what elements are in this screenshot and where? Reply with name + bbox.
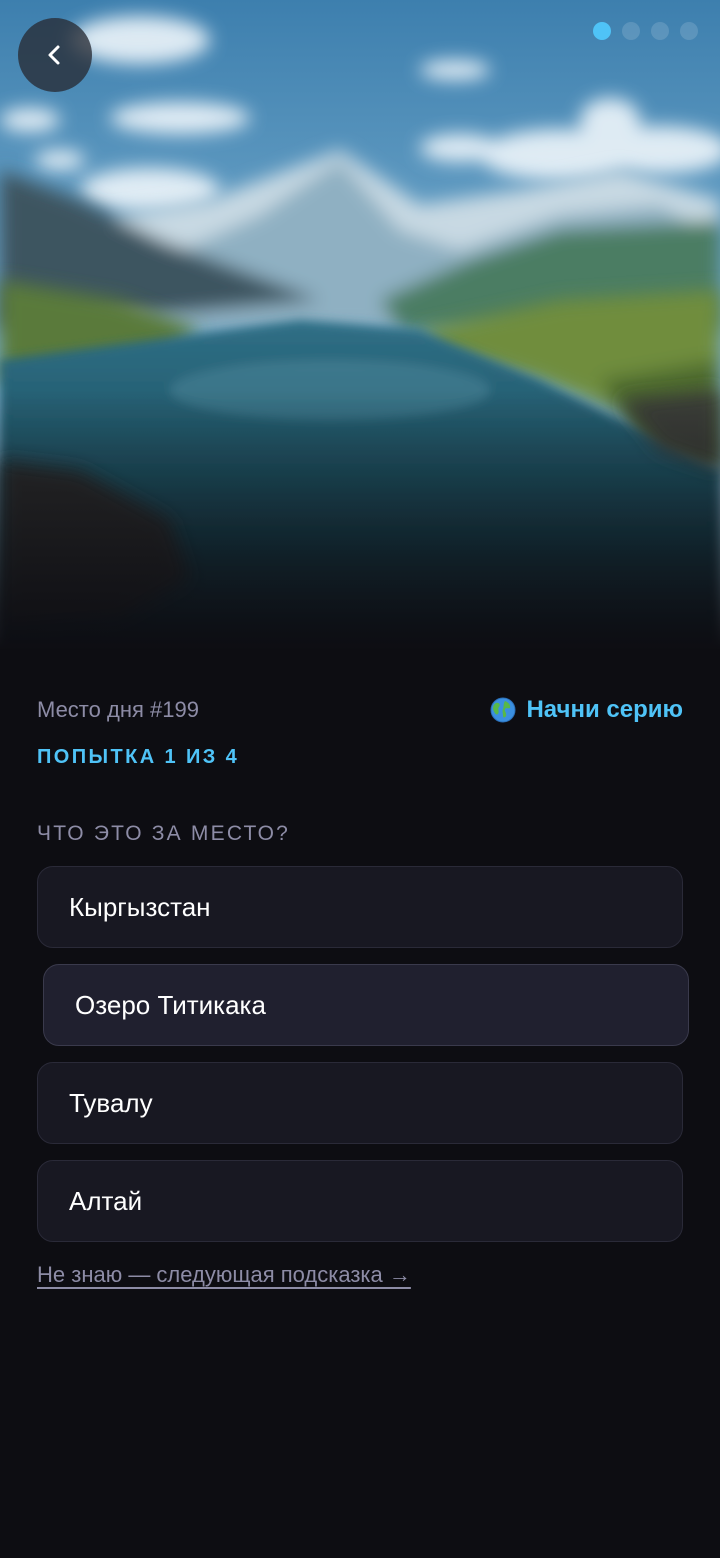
answer-option-label: Кыргызстан [69,891,211,922]
answer-option[interactable]: Алтай [37,1160,683,1242]
answer-option[interactable]: Озеро Титикака [43,964,689,1046]
start-streak-label: Начни серию [526,696,683,723]
chevron-left-icon [48,45,60,65]
skip-hint-link[interactable]: Не знаю — следующая подсказка → [37,1262,411,1288]
pager-dot[interactable] [651,22,669,40]
pager-dot[interactable] [622,22,640,40]
answer-option-label: Алтай [69,1185,143,1216]
start-streak-button[interactable]: Начни серию [490,696,683,724]
globe-icon [490,697,516,723]
answer-options: Кыргызстан Озеро Титикака Тувалу Алтай [37,866,689,1258]
screen: Место дня #199 Начни серию ПОПЫТКА 1 ИЗ … [0,0,720,1558]
meta-row: Место дня #199 Начни серию [37,696,683,724]
answer-option-label: Озеро Титикака [75,989,266,1020]
attempt-counter: ПОПЫТКА 1 ИЗ 4 [37,746,240,768]
pager-dot[interactable] [593,22,611,40]
answer-option[interactable]: Тувалу [37,1062,683,1144]
place-of-day-label: Место дня #199 [37,697,199,722]
image-pager [593,22,698,40]
hero-image [0,0,720,650]
answer-option-label: Тувалу [69,1087,153,1118]
back-button[interactable] [18,18,92,92]
answer-option[interactable]: Кыргызстан [37,866,683,948]
hero-fade [0,390,720,650]
question-label: ЧТО ЭТО ЗА МЕСТО? [37,822,290,845]
pager-dot[interactable] [680,22,698,40]
